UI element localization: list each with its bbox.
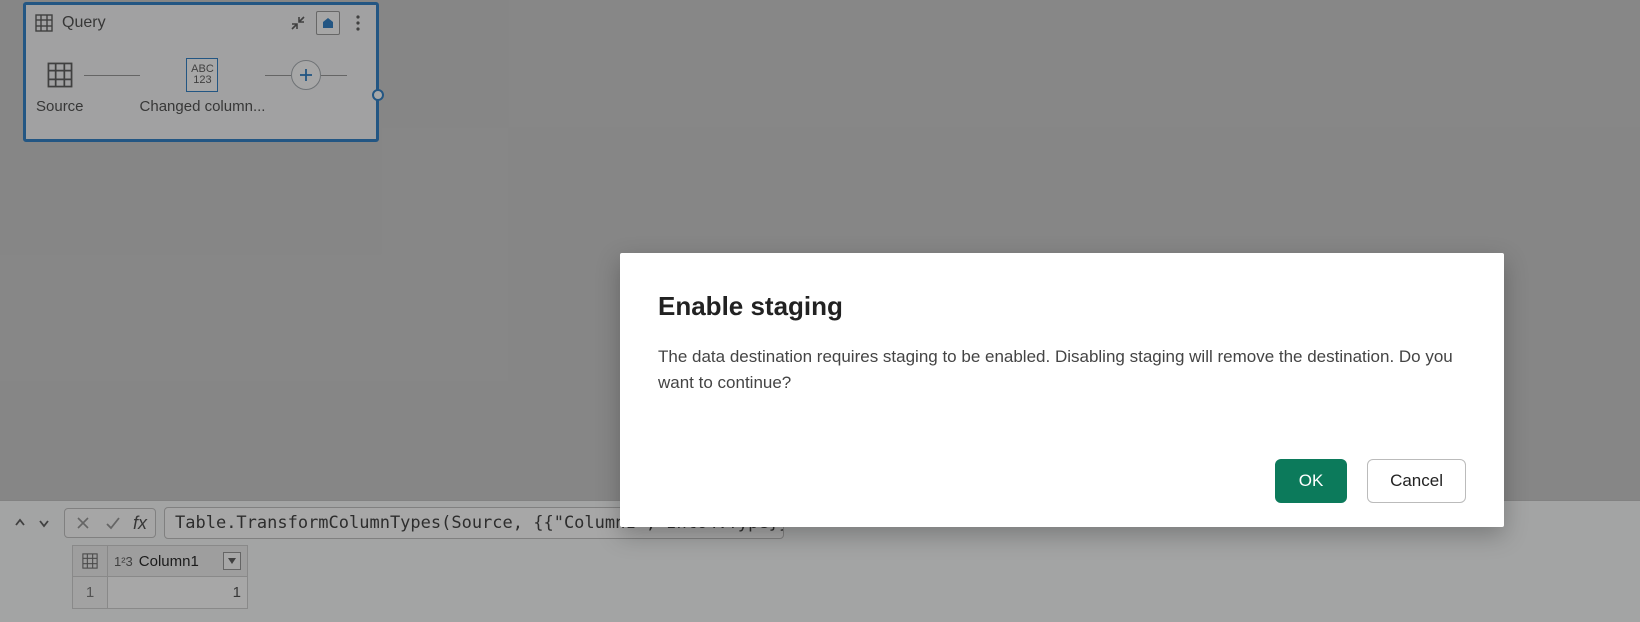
dialog-body: The data destination requires staging to… <box>658 344 1466 397</box>
dialog-title: Enable staging <box>658 291 1466 322</box>
ok-button[interactable]: OK <box>1275 459 1347 503</box>
dialog-actions: OK Cancel <box>658 459 1466 503</box>
enable-staging-dialog: Enable staging The data destination requ… <box>620 253 1504 527</box>
cancel-button[interactable]: Cancel <box>1367 459 1466 503</box>
